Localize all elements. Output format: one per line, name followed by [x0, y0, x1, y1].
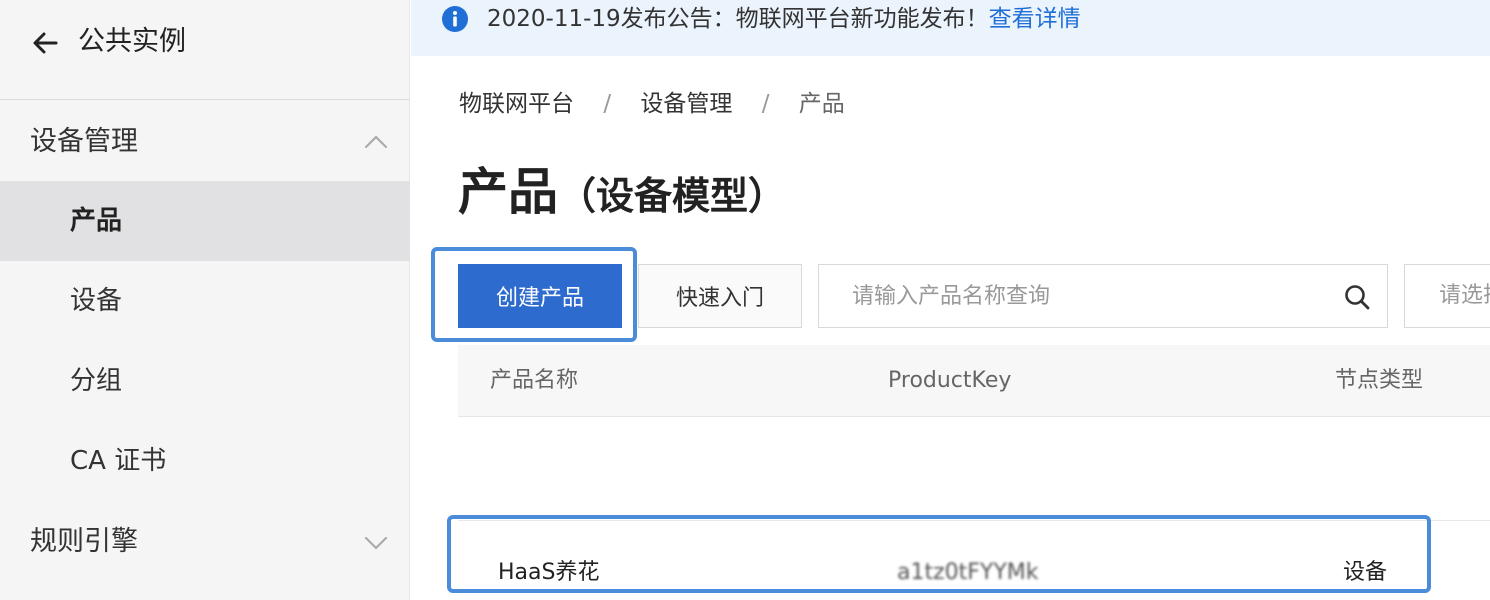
breadcrumb-item-device-management[interactable]: 设备管理	[640, 91, 732, 117]
search-input[interactable]	[819, 265, 1319, 327]
sidebar-group-label: 设备管理	[30, 126, 138, 157]
chevron-down-icon	[364, 536, 388, 550]
table-header: 产品名称 ProductKey 节点类型	[458, 345, 1490, 417]
cell-product-key: a1tz0tFYYMk	[897, 560, 1039, 585]
sidebar-title: 公共实例	[78, 26, 186, 57]
info-icon	[442, 6, 468, 32]
sidebar-item-device[interactable]: 设备	[0, 261, 410, 341]
sidebar-item-label: 分组	[70, 366, 123, 396]
page-title: 产品（设备模型）	[458, 160, 786, 228]
notice-message: 2020-11-19发布公告：物联网平台新功能发布！	[487, 6, 989, 32]
create-product-button[interactable]: 创建产品	[458, 264, 622, 328]
quick-start-button[interactable]: 快速入门	[638, 264, 802, 328]
chevron-up-icon	[364, 135, 388, 149]
cell-product-name[interactable]: HaaS养花	[498, 555, 599, 591]
breadcrumb-separator: /	[761, 91, 770, 117]
column-header-product-name: 产品名称	[490, 368, 579, 393]
sidebar-item-group[interactable]: 分组	[0, 341, 410, 421]
page-title-subtitle: （设备模型）	[558, 174, 787, 218]
breadcrumb-separator: /	[603, 91, 612, 117]
page-title-main: 产品	[458, 163, 558, 221]
sidebar-item-label: 设备	[70, 286, 123, 316]
breadcrumb-item-product: 产品	[798, 91, 845, 117]
search-icon[interactable]	[1343, 283, 1371, 311]
arrow-left-icon[interactable]	[30, 28, 60, 58]
sidebar-item-product[interactable]: 产品	[0, 181, 410, 261]
app-root: 公共实例 设备管理 产品 设备 分组 CA 证书 规则引擎 2020-11-19…	[0, 0, 1490, 600]
sidebar-group-rule-engine[interactable]: 规则引擎	[0, 502, 410, 582]
cell-node-type: 设备	[1343, 560, 1388, 585]
sidebar-header: 公共实例	[0, 0, 410, 100]
sidebar-item-label: 产品	[70, 206, 123, 236]
sidebar-group-label: 规则引擎	[30, 526, 138, 557]
sidebar-item-label: CA 证书	[70, 446, 167, 476]
sidebar-group-device-management[interactable]: 设备管理	[0, 102, 410, 182]
breadcrumb: 物联网平台 / 设备管理 / 产品	[459, 86, 845, 122]
filter-select-placeholder: 请选择	[1439, 283, 1490, 308]
breadcrumb-item-iot-platform[interactable]: 物联网平台	[459, 91, 574, 117]
sidebar-item-ca-certificate[interactable]: CA 证书	[0, 421, 410, 501]
notice-bar: 2020-11-19发布公告：物联网平台新功能发布！查看详情	[411, 0, 1490, 56]
table-divider	[458, 520, 1490, 521]
notice-text: 2020-11-19发布公告：物联网平台新功能发布！查看详情	[487, 0, 1081, 38]
column-header-node-type: 节点类型	[1335, 368, 1424, 393]
notice-detail-link[interactable]: 查看详情	[989, 6, 1081, 32]
filter-select[interactable]: 请选择	[1404, 264, 1490, 328]
column-header-product-key: ProductKey	[888, 368, 1012, 393]
search-box	[818, 264, 1388, 328]
sidebar: 公共实例 设备管理 产品 设备 分组 CA 证书 规则引擎	[0, 0, 410, 600]
